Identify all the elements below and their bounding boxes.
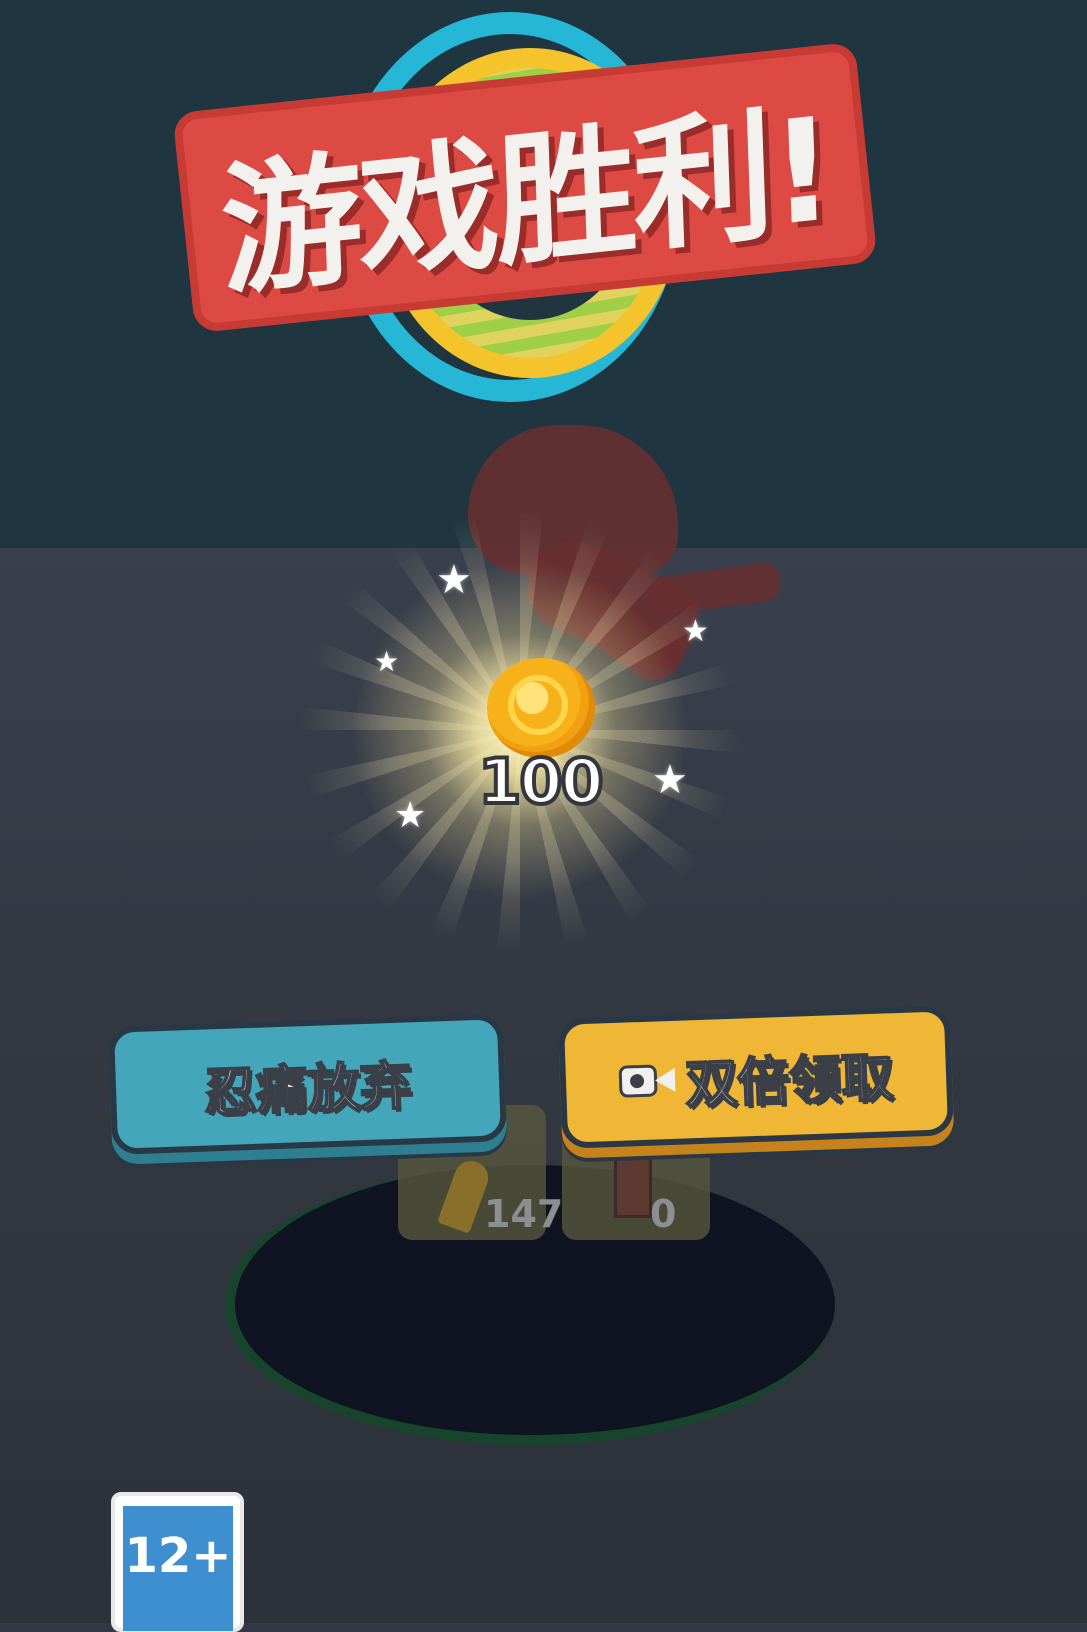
double-claim-button[interactable]: 双倍领取	[557, 1005, 955, 1149]
give-up-button[interactable]: 忍痛放弃	[107, 1013, 508, 1155]
reward-amount: 100	[476, 743, 605, 820]
age-rating-badge: 12+	[111, 1492, 244, 1632]
age-rating-text: 12+	[123, 1506, 233, 1631]
bullet-count: 147	[484, 1192, 564, 1236]
star-icon: ★	[374, 645, 400, 678]
star-icon: ★	[652, 757, 688, 803]
star-icon: ★	[682, 614, 709, 649]
double-claim-label: 双倍领取	[683, 1047, 895, 1116]
star-icon: ★	[436, 557, 472, 603]
star-icon: ★	[394, 795, 427, 836]
video-icon	[618, 1060, 677, 1102]
give-up-label: 忍痛放弃	[202, 1055, 414, 1124]
tube-icon	[614, 1148, 652, 1218]
tube-count: 0	[650, 1192, 677, 1236]
coin-rim	[508, 675, 568, 735]
